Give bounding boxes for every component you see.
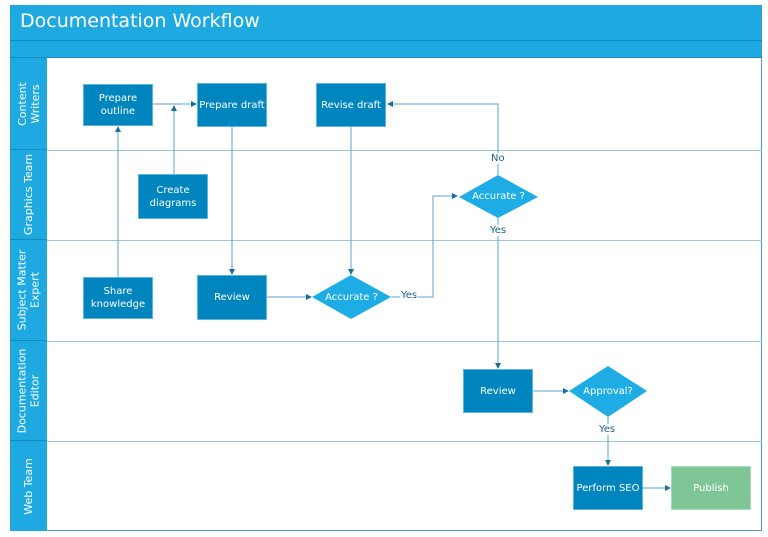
node-perform-seo[interactable]: Perform SEO [573,466,643,510]
node-sme-review[interactable]: Review [197,275,267,320]
edge-label-gfx-yes: Yes [489,225,508,236]
node-prepare-draft[interactable]: Prepare draft [197,83,267,127]
edge-label-approval-yes: Yes [598,424,617,435]
connector-accurate-yes-to-gfx [391,193,458,298]
node-publish[interactable]: Publish [671,466,751,510]
connectors-layer [115,101,671,491]
decision-approval[interactable]: Approval? [569,366,647,417]
edge-label-sme-yes: Yes [400,290,419,301]
decision-sme-accurate[interactable]: Accurate ? [312,275,391,319]
node-share-knowledge[interactable]: Share knowledge [83,277,153,319]
decision-gfx-accurate[interactable]: Accurate ? [459,175,538,218]
node-create-diagrams[interactable]: Create diagrams [138,174,208,219]
node-editor-review[interactable]: Review [463,369,533,413]
node-revise-draft[interactable]: Revise draft [316,83,386,127]
edge-label-gfx-no: No [490,153,506,164]
connector-gfx-no-to-revise [387,101,499,175]
node-prepare-outline[interactable]: Prepare outline [83,84,153,126]
